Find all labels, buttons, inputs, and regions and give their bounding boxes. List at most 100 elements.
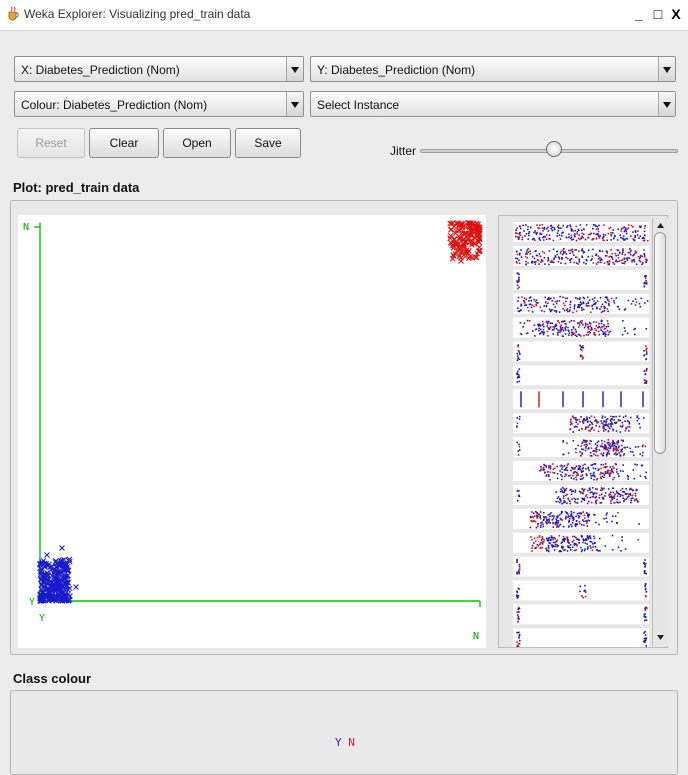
attribute-point [563,500,565,502]
attribute-point [566,309,568,311]
attribute-strip[interactable] [513,556,649,577]
attribute-point [559,490,562,493]
y-axis-select[interactable]: Y: Diabetes_Prediction (Nom) [310,56,676,82]
attribute-point [602,233,605,236]
attribute-strips[interactable] [499,216,653,647]
attribute-point [575,310,578,313]
attribute-point [548,328,550,330]
chevron-down-icon[interactable] [286,57,303,81]
attribute-point [625,427,627,430]
attribute-point [553,549,556,551]
attribute-point [561,235,563,237]
attribute-point [587,500,590,503]
attribute-point [604,234,607,236]
attribute-point [574,334,577,337]
attribute-strip[interactable] [513,389,649,410]
attribute-point [573,539,575,542]
minimize-button[interactable]: _ [630,5,648,23]
attribute-strip[interactable] [513,508,649,529]
instance-select[interactable]: Select Instance [310,91,676,117]
attribute-point [608,227,610,230]
attribute-point [619,431,622,433]
attribute-strip[interactable] [513,580,649,601]
attribute-point [580,471,583,473]
attribute-point [518,254,521,256]
attribute-point [548,520,551,522]
attribute-point [638,423,641,425]
attribute-point [563,247,565,250]
attribute-strip[interactable] [513,628,649,647]
attribute-strip[interactable] [513,269,649,290]
attribute-point [557,260,560,263]
attribute-point [614,493,616,495]
plot-point [458,258,464,264]
attribute-point [630,249,633,252]
attribute-point [592,224,595,226]
attribute-point [584,542,587,544]
attribute-point [636,419,639,422]
attribute-strip[interactable] [513,341,649,362]
attribute-point [518,565,521,568]
colour-select[interactable]: Colour: Diabetes_Prediction (Nom) [14,91,304,117]
reset-button[interactable]: Reset [17,128,85,158]
attribute-point [562,321,565,323]
attribute-point [577,423,579,425]
scroll-thumb[interactable] [654,232,666,454]
attribute-point [516,250,518,253]
attribute-point [556,539,558,541]
attribute-point [538,327,540,330]
attribute-point [573,332,576,335]
close-button[interactable]: X [667,5,685,23]
attribute-point [596,441,599,444]
attribute-point [605,455,608,457]
attribute-point [606,449,609,451]
attribute-point [569,306,572,309]
attribute-strip[interactable] [513,317,649,338]
attribute-point [551,463,554,465]
attribute-point [573,535,576,538]
jitter-slider-thumb[interactable] [546,141,563,157]
attribute-point [585,443,588,446]
scatter-plot[interactable]: N Y Y N [18,215,486,648]
attribute-point [644,630,646,633]
x-axis-select[interactable]: X: Diabetes_Prediction (Nom) [14,56,304,82]
attribute-point [543,471,546,474]
chevron-down-icon[interactable] [286,92,303,116]
attribute-point [617,473,619,475]
attribute-point [546,234,548,236]
attribute-point [577,228,580,231]
attribute-point [621,536,623,538]
attribute-point [619,489,622,492]
attribute-point [582,490,585,492]
attribute-point [611,498,613,501]
attribute-strip[interactable] [513,365,649,386]
attribute-point [533,231,535,234]
open-button[interactable]: Open [163,128,231,158]
attribute-point [516,594,519,597]
attribute-point [643,285,646,287]
attribute-strip[interactable] [513,245,649,266]
attribute-point [637,230,639,232]
attribute-strip[interactable] [513,604,649,625]
class-legend-n[interactable]: N [348,736,355,749]
attribute-point [515,229,517,231]
attribute-point [591,487,594,489]
attribute-point [543,252,546,254]
attribute-point [586,525,589,527]
attribute-strip[interactable] [513,437,649,458]
attribute-point [516,227,518,230]
triangle-up-icon[interactable] [653,218,668,233]
attribute-point [562,495,565,497]
attribute-point [559,252,562,255]
chevron-down-icon[interactable] [658,57,675,81]
maximize-button[interactable]: □ [649,5,667,23]
triangle-down-icon[interactable] [653,630,668,645]
clear-button[interactable]: Clear [89,128,159,158]
save-button[interactable]: Save [235,128,301,158]
attribute-point [624,548,627,550]
attribute-point [547,302,549,305]
chevron-down-icon[interactable] [658,92,675,116]
class-legend-y[interactable]: Y [335,736,342,749]
attribute-point [567,326,569,329]
attribute-point [536,512,538,515]
